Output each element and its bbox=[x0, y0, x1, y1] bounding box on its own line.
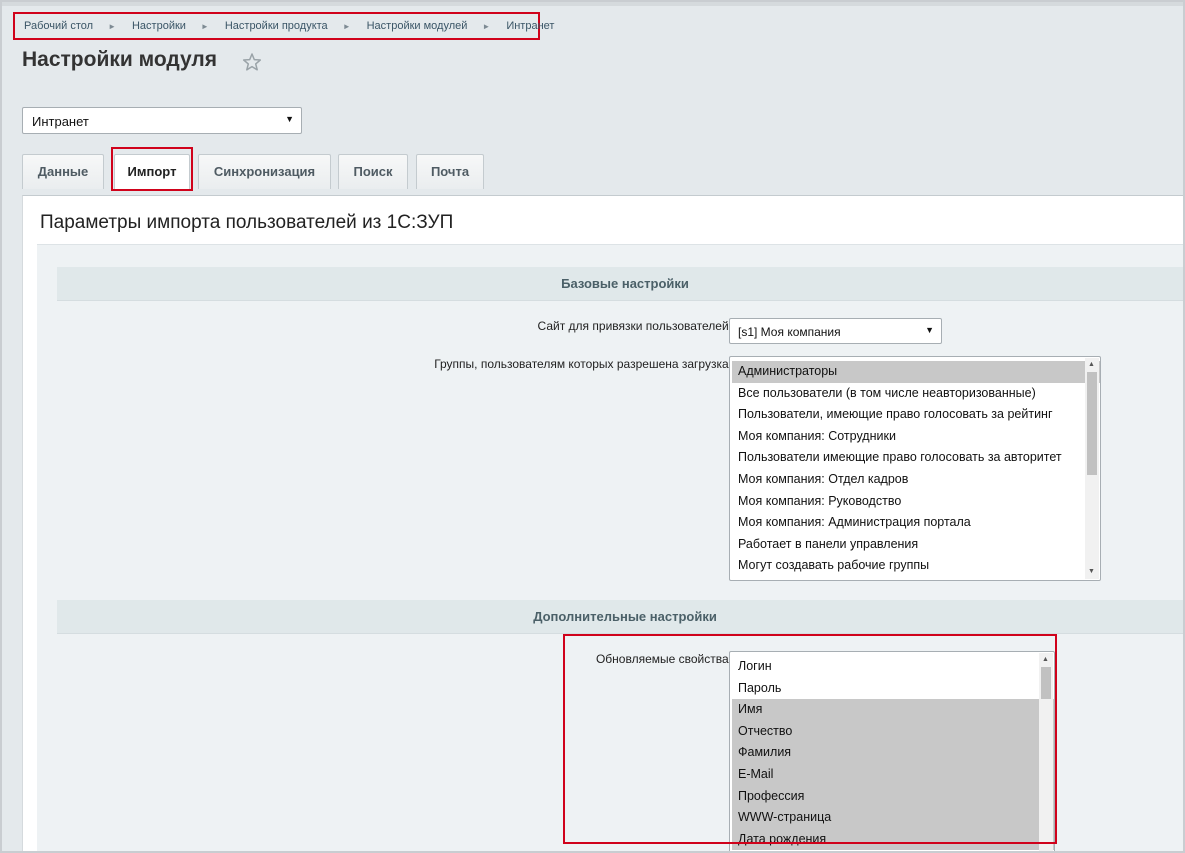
breadcrumb: Рабочий стол ► Настройки ► Настройки про… bbox=[13, 12, 554, 40]
dropdown-arrow-icon: ▼ bbox=[925, 325, 934, 335]
list-item[interactable]: Пользователи, имеющие право голосовать з… bbox=[732, 404, 1100, 426]
site-select-value: [s1] Моя компания bbox=[738, 325, 841, 339]
tab-highlight-box bbox=[111, 147, 193, 191]
props-highlight-box bbox=[563, 634, 1057, 844]
scroll-down-icon[interactable]: ▼ bbox=[1088, 568, 1095, 576]
list-item[interactable]: Пользователи имеющие право голосовать за… bbox=[732, 447, 1100, 469]
breadcrumb-separator-icon: ► bbox=[482, 21, 491, 31]
module-select[interactable]: Интранет ▼ bbox=[22, 107, 302, 134]
list-item[interactable]: Моя компания: Руководство bbox=[732, 491, 1100, 513]
groups-listbox[interactable]: Администраторы Все пользователи (в том чи… bbox=[729, 356, 1101, 581]
favorite-star-icon[interactable] bbox=[242, 52, 262, 72]
list-item[interactable]: Моя компания: Сотрудники bbox=[732, 426, 1100, 448]
breadcrumb-separator-icon: ► bbox=[200, 21, 209, 31]
list-item[interactable]: Моя компания: Отдел кадров bbox=[732, 469, 1100, 491]
scroll-thumb[interactable] bbox=[1087, 372, 1097, 475]
breadcrumb-separator-icon: ► bbox=[342, 21, 351, 31]
groups-label: Группы, пользователям которых разрешена … bbox=[434, 357, 732, 371]
top-border bbox=[2, 2, 1183, 6]
breadcrumb-separator-icon: ► bbox=[108, 21, 116, 31]
panel-title: Параметры импорта пользователей из 1С:ЗУ… bbox=[40, 212, 454, 233]
breadcrumb-item-settings[interactable]: Настройки bbox=[132, 20, 186, 32]
page-title: Настройки модуля bbox=[22, 48, 218, 71]
list-item[interactable]: Моя компания: Администрация портала bbox=[732, 512, 1100, 534]
breadcrumb-item-desktop[interactable]: Рабочий стол bbox=[24, 20, 93, 32]
tab-sync[interactable]: Синхронизация bbox=[198, 154, 331, 189]
breadcrumb-item-intranet[interactable]: Интранет bbox=[506, 20, 554, 32]
site-select[interactable]: [s1] Моя компания ▼ bbox=[729, 318, 942, 344]
list-item[interactable]: Все пользователи (в том числе неавторизо… bbox=[732, 383, 1100, 405]
breadcrumb-item-product-settings[interactable]: Настройки продукта bbox=[225, 20, 328, 32]
breadcrumb-item-module-settings[interactable]: Настройки модулей bbox=[367, 20, 468, 32]
module-select-value: Интранет bbox=[32, 114, 89, 129]
tab-data[interactable]: Данные bbox=[22, 154, 104, 189]
dropdown-arrow-icon: ▼ bbox=[285, 114, 294, 124]
list-item[interactable]: Могут создавать рабочие группы bbox=[732, 555, 1100, 577]
list-item[interactable]: Администраторы bbox=[732, 361, 1100, 383]
list-item[interactable]: Работает в панели управления bbox=[732, 534, 1100, 556]
section-basic-header: Базовые настройки bbox=[57, 267, 1183, 301]
tab-mail[interactable]: Почта bbox=[416, 154, 484, 189]
tab-search[interactable]: Поиск bbox=[338, 154, 408, 189]
section-extra-header: Дополнительные настройки bbox=[57, 600, 1183, 634]
site-label: Сайт для привязки пользователей: bbox=[537, 319, 732, 333]
scroll-up-icon[interactable]: ▲ bbox=[1088, 361, 1095, 369]
groups-list: Администраторы Все пользователи (в том чи… bbox=[730, 361, 1100, 577]
groups-scrollbar[interactable]: ▲ ▼ bbox=[1085, 358, 1099, 579]
